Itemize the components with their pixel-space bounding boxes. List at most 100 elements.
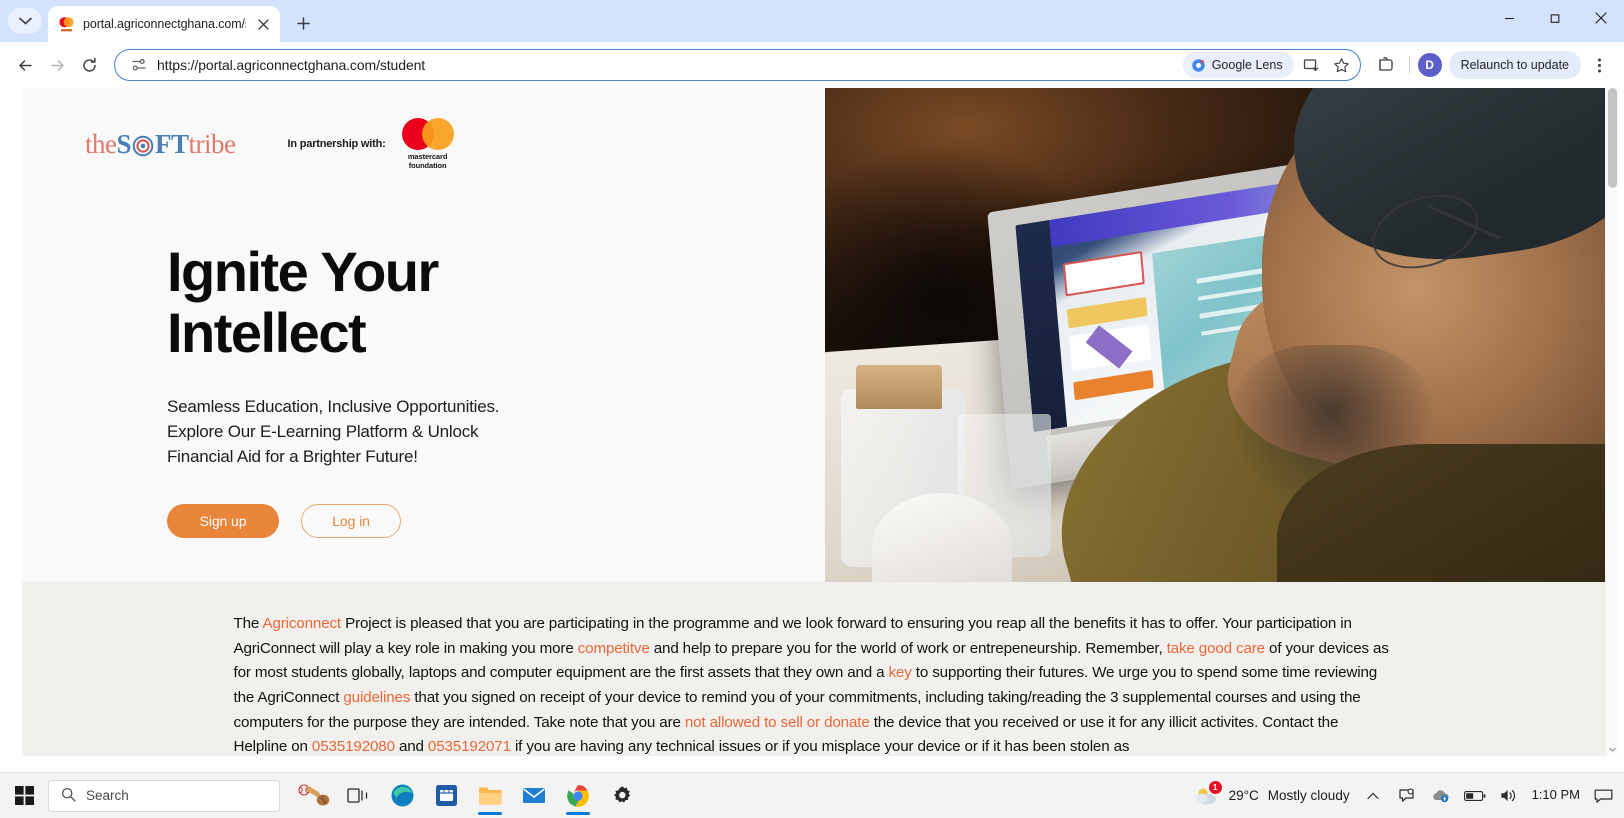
page-viewport: the S FT tribe In partnership with: masterc… <box>22 88 1618 756</box>
hero-section: the S FT tribe In partnership with: masterc… <box>22 88 1605 582</box>
partnership-label: In partnership with: <box>287 138 386 151</box>
onedrive-icon[interactable] <box>1430 785 1452 807</box>
notice-container: The Agriconnect Project is pleased that … <box>224 612 1404 756</box>
maximize-button[interactable] <box>1532 0 1578 36</box>
mastercard-line2: foundation <box>408 160 447 170</box>
page-title: Ignite Your Intellect <box>22 240 825 364</box>
url-text[interactable]: https://portal.agriconnectghana.com/stud… <box>157 57 1177 73</box>
subtitle-line-3: Financial Aid for a Brighter Future! <box>167 446 418 466</box>
mastercard-wordmark: mastercard foundation <box>408 152 448 170</box>
browser-tab[interactable]: portal.agriconnectghana.com/s <box>48 6 280 42</box>
tab-strip: portal.agriconnectghana.com/s <box>0 0 1624 42</box>
google-lens-label: Google Lens <box>1211 58 1283 72</box>
close-window-button[interactable] <box>1578 0 1624 36</box>
site-settings-icon[interactable] <box>127 53 151 77</box>
webpage-content: the S FT tribe In partnership with: masterc… <box>22 88 1605 756</box>
toolbar-divider <box>1408 56 1410 74</box>
helpline-number-1[interactable]: 0535192080 <box>312 738 395 755</box>
tab-title: portal.agriconnectghana.com/s <box>83 17 246 31</box>
file-explorer-icon[interactable] <box>470 775 510 817</box>
browser-window: portal.agriconnectghana.com/s https://po… <box>0 0 1624 818</box>
weather-cloud-icon: 1 <box>1194 780 1222 807</box>
page-scrollbar[interactable] <box>1605 88 1618 756</box>
install-app-icon[interactable] <box>1300 53 1324 77</box>
logo-target-o-icon <box>131 129 155 156</box>
man-at-laptop-photo <box>825 88 1605 582</box>
take-good-care-highlight: take good care <box>1166 639 1266 657</box>
windows-taskbar: Search 1 29°C Mostly cloudy 1:10 PM <box>0 772 1624 818</box>
google-chrome-icon[interactable] <box>558 775 598 817</box>
key-highlight: key <box>888 664 912 682</box>
search-icon <box>61 787 76 805</box>
relaunch-to-update-button[interactable]: Relaunch to update <box>1448 51 1581 79</box>
window-controls <box>1486 0 1624 36</box>
notice-paragraph: The Agriconnect Project is pleased that … <box>234 612 1394 756</box>
show-hidden-icons-chevron[interactable] <box>1362 785 1384 807</box>
notice-section: The Agriconnect Project is pleased that … <box>22 582 1605 756</box>
forward-arrow-icon[interactable] <box>42 50 72 80</box>
logo-tribe-text: tribe <box>188 128 236 159</box>
guidelines-highlight[interactable]: guidelines <box>343 689 410 706</box>
volume-icon[interactable] <box>1498 785 1520 807</box>
subtitle-line-1: Seamless Education, Inclusive Opportunit… <box>167 397 500 417</box>
headline-line-2: Intellect <box>167 300 367 364</box>
thesofttribe-logo[interactable]: the S FT tribe <box>85 129 236 160</box>
close-tab-icon[interactable] <box>254 15 272 33</box>
notice-text-9: if you are having any technical issues o… <box>510 738 1130 756</box>
partnership-block: In partnership with: mastercard foundati… <box>288 118 454 170</box>
scroll-down-arrow[interactable] <box>1606 742 1618 756</box>
notice-text-1: The <box>233 615 263 632</box>
taskbar-apps <box>294 775 642 817</box>
minimize-button[interactable] <box>1486 0 1532 36</box>
weather-temperature: 29°C <box>1228 788 1259 803</box>
browser-toolbar: https://portal.agriconnectghana.com/stud… <box>0 42 1624 88</box>
search-input[interactable]: Search <box>48 779 280 812</box>
competitive-highlight: competitve <box>577 639 650 657</box>
notice-text-3: and help to prepare you for the world of… <box>649 639 1167 657</box>
settings-gear-icon[interactable] <box>602 775 642 817</box>
scrollbar-thumb[interactable] <box>1608 88 1617 188</box>
microsoft-store-icon[interactable] <box>426 775 466 817</box>
weather-condition: Mostly cloudy <box>1267 788 1350 803</box>
windows-start-icon[interactable] <box>0 773 48 818</box>
profile-avatar[interactable]: D <box>1417 53 1442 77</box>
teams-chat-icon[interactable] <box>1396 785 1418 807</box>
battery-icon[interactable] <box>1463 785 1486 807</box>
search-placeholder: Search <box>86 788 129 803</box>
address-bar[interactable]: https://portal.agriconnectghana.com/stud… <box>114 49 1361 81</box>
helpline-number-2[interactable]: 0535192071 <box>428 738 511 755</box>
log-in-button[interactable]: Log in <box>301 503 401 538</box>
not-allowed-highlight: not allowed to sell or donate <box>684 713 870 731</box>
weather-widget[interactable]: 1 29°C Mostly cloudy <box>1188 780 1350 807</box>
logo-s-text: S <box>116 128 132 159</box>
widgets-sports-icon[interactable] <box>294 775 334 817</box>
hero-image <box>825 88 1605 582</box>
task-view-icon[interactable] <box>338 775 378 817</box>
star-icon[interactable] <box>1330 53 1354 77</box>
notification-center-icon[interactable] <box>1592 785 1614 807</box>
clock-time[interactable]: 1:10 PM <box>1532 788 1580 803</box>
sign-up-button[interactable]: Sign up <box>167 503 279 538</box>
hero-subtitle: Seamless Education, Inclusive Opportunit… <box>22 395 825 469</box>
extensions-icon[interactable] <box>1371 50 1401 80</box>
google-lens-button[interactable]: Google Lens <box>1182 52 1294 78</box>
logo-the-text: the <box>85 128 117 159</box>
headline-line-1: Ignite Your <box>167 240 439 304</box>
reload-icon[interactable] <box>74 50 104 80</box>
microsoft-edge-icon[interactable] <box>382 775 422 817</box>
three-dot-menu-icon[interactable] <box>1584 50 1614 80</box>
mail-icon[interactable] <box>514 775 554 817</box>
mastercard-foundation-logo: mastercard foundation <box>401 118 454 170</box>
toolbar-right-actions: D Relaunch to update <box>1371 50 1614 80</box>
subtitle-line-2: Explore Our E-Learning Platform & Unlock <box>167 422 479 441</box>
new-tab-button[interactable] <box>288 8 318 38</box>
cta-row: Sign up Log in <box>22 503 825 538</box>
agriconnect-highlight: Agriconnect <box>262 615 342 632</box>
system-tray: 1 29°C Mostly cloudy 1:10 PM <box>1188 780 1624 807</box>
tab-search-chevron-icon[interactable] <box>8 8 42 34</box>
hero-left-column: the S FT tribe In partnership with: masterc… <box>22 88 825 582</box>
logo-row: the S FT tribe In partnership with: masterc… <box>22 108 825 170</box>
logo-ft-text: FT <box>155 128 189 159</box>
back-arrow-icon[interactable] <box>10 50 40 80</box>
weather-notification-badge: 1 <box>1208 780 1222 794</box>
